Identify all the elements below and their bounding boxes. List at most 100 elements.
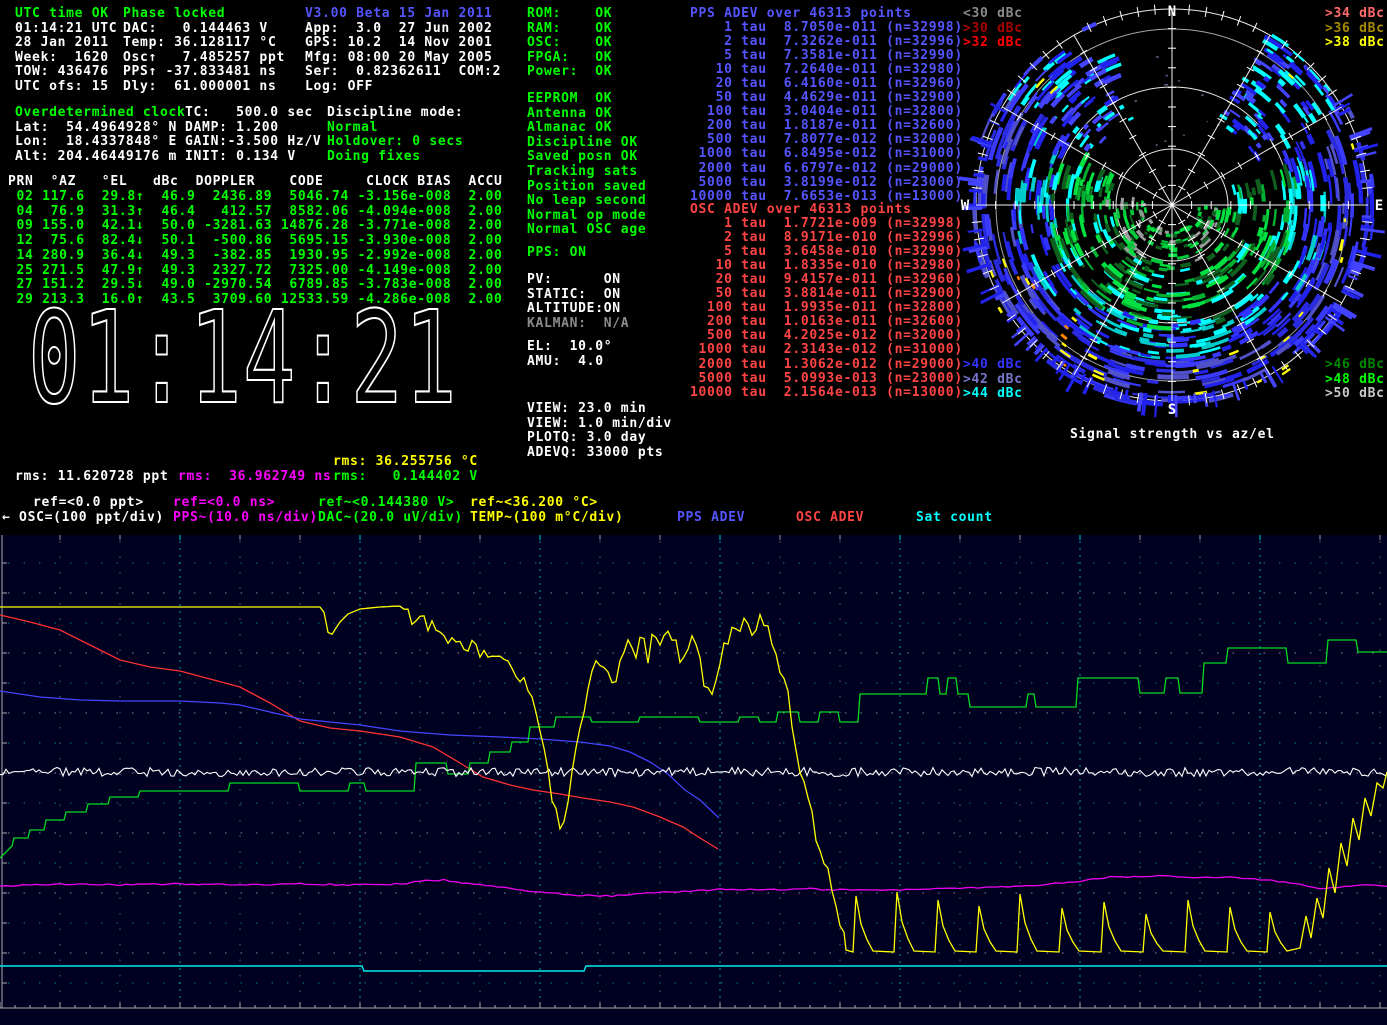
dbc-legend-se: >46 dBc>48 dBc>50 dBc (1325, 358, 1385, 402)
osc-adev-table: OSC ADEV over 46313 points 1 tau 1.7721e… (690, 203, 963, 400)
osc-adev-table-line: 1000 tau 2.3143e-012 (n=31000) (690, 343, 963, 357)
osc-adev-table-line: 500 tau 4.2025e-012 (n=32000) (690, 329, 963, 343)
mask-settings: EL: 10.0°AMU: 4.0 (527, 340, 612, 369)
scale-pps-line: PPS~(10.0 ns/div) (173, 511, 318, 526)
view-settings-line: VIEW: 1.0 min/div (527, 417, 672, 432)
view-settings-line: ADEVQ: 33000 pts (527, 446, 672, 461)
receiver-status-line: EEPROM OK (527, 92, 646, 107)
fix-modes-line: PV: ON (527, 273, 629, 288)
osc-adev-table-line: 20 tau 9.4157e-011 (n=32960) (690, 273, 963, 287)
oscillator-status-line: Temp: 36.128117 °C (123, 36, 285, 51)
time-status-line: Week: 1620 (15, 51, 117, 66)
rms-dac: rms: 0.144402 V (333, 470, 478, 485)
dbc-legend-se-line: >48 dBc (1325, 373, 1385, 388)
compass-s: S (1168, 402, 1176, 418)
rms-dac-line: rms: 0.144402 V (333, 470, 478, 485)
ref-dac-line: ref~<0.144380 V> (318, 496, 454, 511)
compass-e: E (1375, 198, 1383, 214)
receiver-status-line: Almanac OK (527, 121, 646, 136)
loop-params-line: DAMP: 1.200 (185, 121, 321, 136)
ref-temp-line: ref~<36.200 °C> (470, 496, 598, 511)
pps-adev-table-line: 500 tau 7.8077e-012 (n=32000) (690, 133, 963, 147)
time-status: UTC time OK01:14:21 UTC28 Jan 2011Week: … (15, 7, 117, 95)
satellite-table: PRN °AZ °EL dBc DOPPLER CODE CLOCK BIAS … (8, 175, 503, 308)
rms-pps: rms: 36.962749 ns (178, 470, 331, 485)
hardware-status: ROM: OKRAM: OKOSC: OKFPGA: OKPower: OK (527, 7, 612, 80)
oscillator-status-line: Osc↑ 7.485257 ppt (123, 51, 285, 66)
time-status-line: TOW: 436476 (15, 65, 117, 80)
version-info-line: Mfg: 08:00 20 May 2005 (305, 51, 501, 66)
oscillator-status: Phase lockedDAC: 0.144463 VTemp: 36.1281… (123, 7, 285, 95)
compass-n: N (1168, 4, 1176, 20)
osc-adev-table-line: 10 tau 1.8335e-010 (n=32980) (690, 259, 963, 273)
dbc-legend-nw-line: >30 dBc (963, 22, 1023, 37)
osc-adev-table-line: 5000 tau 5.0993e-013 (n=23000) (690, 372, 963, 386)
satellite-table-line: 14 280.9 36.4↓ 49.3 -382.85 1930.95 -2.9… (8, 249, 503, 264)
receiver-status-line: No leap second (527, 194, 646, 209)
pps-adev-table-line: 1 tau 8.7050e-011 (n=32998) (690, 21, 963, 35)
dbc-legend-sw-line: >40 dBc (963, 358, 1023, 373)
osc-adev-table-line: 200 tau 1.0163e-011 (n=32600) (690, 315, 963, 329)
dbc-legend-ne-line: >34 dBc (1325, 7, 1385, 22)
osc-adev-table-line: 50 tau 3.8814e-011 (n=32900) (690, 287, 963, 301)
ref-osc: ref=<0.0 ppt> (33, 496, 144, 511)
discipline-status-line: Holdover: 0 secs (327, 135, 463, 150)
legend-pps-adev: PPS ADEV (677, 511, 745, 526)
fix-modes-line: KALMAN: N/A (527, 317, 629, 332)
receiver-status-line: Normal op mode (527, 209, 646, 224)
pps-state: PPS: ON (527, 246, 587, 261)
receiver-status: EEPROM OKAntenna OKAlmanac OKDiscipline … (527, 92, 646, 238)
scale-temp-line: TEMP~(100 m°C/div) (470, 511, 623, 526)
lady-heather-console: NSWE 01:14:21 UTC time OK01:14:21 UTC28 … (0, 0, 1387, 1025)
version-info-line: Log: OFF (305, 80, 501, 95)
oscillator-status-line: PPS↑ -37.833481 ns (123, 65, 285, 80)
view-settings-line: VIEW: 23.0 min (527, 402, 672, 417)
version-info-line: GPS: 10.2 14 Nov 2001 (305, 36, 501, 51)
rms-pps-line: rms: 36.962749 ns (178, 470, 331, 485)
pps-adev-table-line: 50 tau 4.4629e-011 (n=32900) (690, 91, 963, 105)
digital-clock-text: 01:14:21 (28, 298, 458, 418)
ref-dac: ref~<0.144380 V> (318, 496, 454, 511)
receiver-status-line: Antenna OK (527, 107, 646, 122)
polar-caption: Signal strength vs az/el (1070, 428, 1275, 443)
version-info: V3.00 Beta 15 Jan 2011App: 3.0 27 Jun 20… (305, 7, 501, 95)
ref-pps-line: ref=<0.0 ns> (173, 496, 275, 511)
scale-dac-line: DAC~(20.0 uV/div) (318, 511, 463, 526)
pps-adev-table: PPS ADEV over 46313 points 1 tau 8.7050e… (690, 7, 963, 204)
history-plot[interactable] (0, 535, 1387, 1025)
satellite-table-line: 02 117.6 29.8↑ 46.9 2436.89 5046.74 -3.1… (8, 190, 503, 205)
fix-modes-line: ALTITUDE:ON (527, 302, 629, 317)
scale-osc-line: ← OSC=(100 ppt/div) (2, 511, 164, 526)
satellite-table-line: 04 76.9 31.3↑ 46.4 412.57 8582.06 -4.094… (8, 205, 503, 220)
view-settings: VIEW: 23.0 minVIEW: 1.0 min/divPLOTQ: 3.… (527, 402, 672, 460)
scale-dac: DAC~(20.0 uV/div) (318, 511, 463, 526)
dbc-legend-ne-line: >36 dBc (1325, 22, 1385, 37)
dbc-legend-ne-line: >38 dBc (1325, 36, 1385, 51)
scale-temp: TEMP~(100 m°C/div) (470, 511, 623, 526)
satellite-table-line: PRN °AZ °EL dBc DOPPLER CODE CLOCK BIAS … (8, 175, 503, 190)
scale-osc: ← OSC=(100 ppt/div) (2, 511, 164, 526)
receiver-status-line: Normal OSC age (527, 223, 646, 238)
version-info-line: App: 3.0 27 Jun 2002 (305, 22, 501, 37)
legend-sat-count-line: Sat count (916, 511, 993, 526)
position-info-line: Alt: 204.46449176 m (15, 150, 186, 165)
loop-params-line: GAIN:-3.500 Hz/V (185, 135, 321, 150)
loop-params-line: INIT: 0.134 V (185, 150, 321, 165)
mask-settings-line: EL: 10.0° (527, 340, 612, 355)
dbc-legend-se-line: >50 dBc (1325, 387, 1385, 402)
ref-osc-line: ref=<0.0 ppt> (33, 496, 144, 511)
position-info-line: Lon: 18.4337848° E (15, 135, 186, 150)
receiver-status-line: Saved posn OK (527, 150, 646, 165)
loop-params: TC: 500.0 secDAMP: 1.200GAIN:-3.500 Hz/V… (185, 106, 321, 164)
time-status-line: 01:14:21 UTC (15, 22, 117, 37)
discipline-status-line: Normal (327, 121, 463, 136)
time-status-line: UTC time OK (15, 7, 117, 22)
dbc-legend-nw-line: >32 dBc (963, 36, 1023, 51)
satellite-table-line: 25 271.5 47.9↑ 49.3 2327.72 7325.00 -4.1… (8, 264, 503, 279)
dbc-legend-sw-line: >44 dBc (963, 387, 1023, 402)
dbc-legend-ne: >34 dBc>36 dBc>38 dBc (1325, 7, 1385, 51)
rms-temp-line: rms: 36.255756 °C (333, 455, 478, 470)
receiver-status-line: Discipline OK (527, 136, 646, 151)
osc-adev-table-line: 10000 tau 2.1564e-013 (n=13000) (690, 386, 963, 400)
rms-osc: rms: 11.620728 ppt (15, 470, 168, 485)
